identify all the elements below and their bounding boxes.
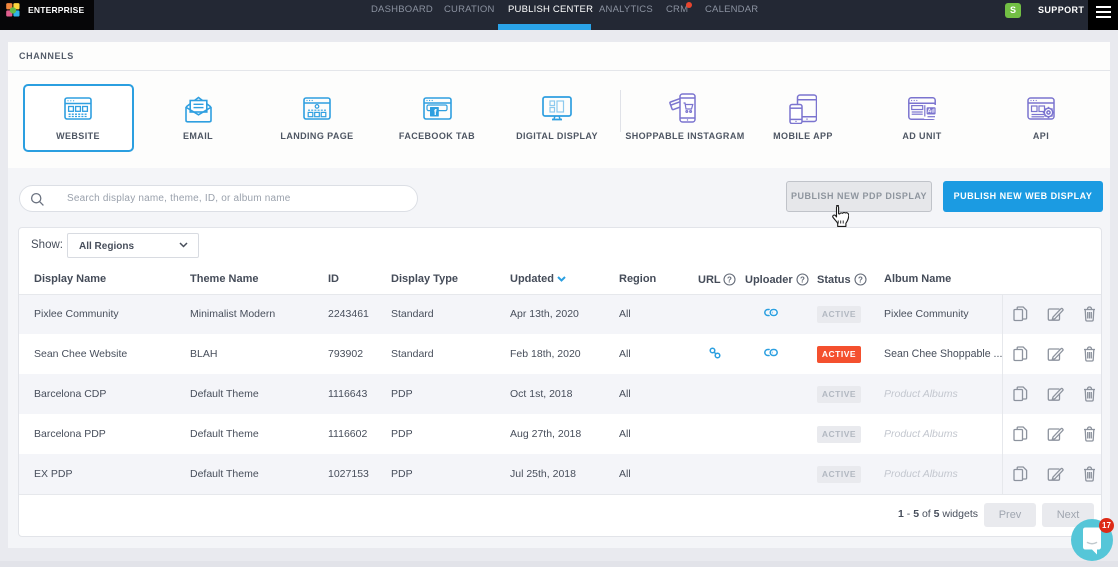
svg-text:?: ? <box>858 275 863 284</box>
svg-text:?: ? <box>728 275 733 284</box>
svg-text:f: f <box>433 107 436 117</box>
svg-text:Ad: Ad <box>927 109 934 115</box>
svg-text:?: ? <box>800 275 805 284</box>
